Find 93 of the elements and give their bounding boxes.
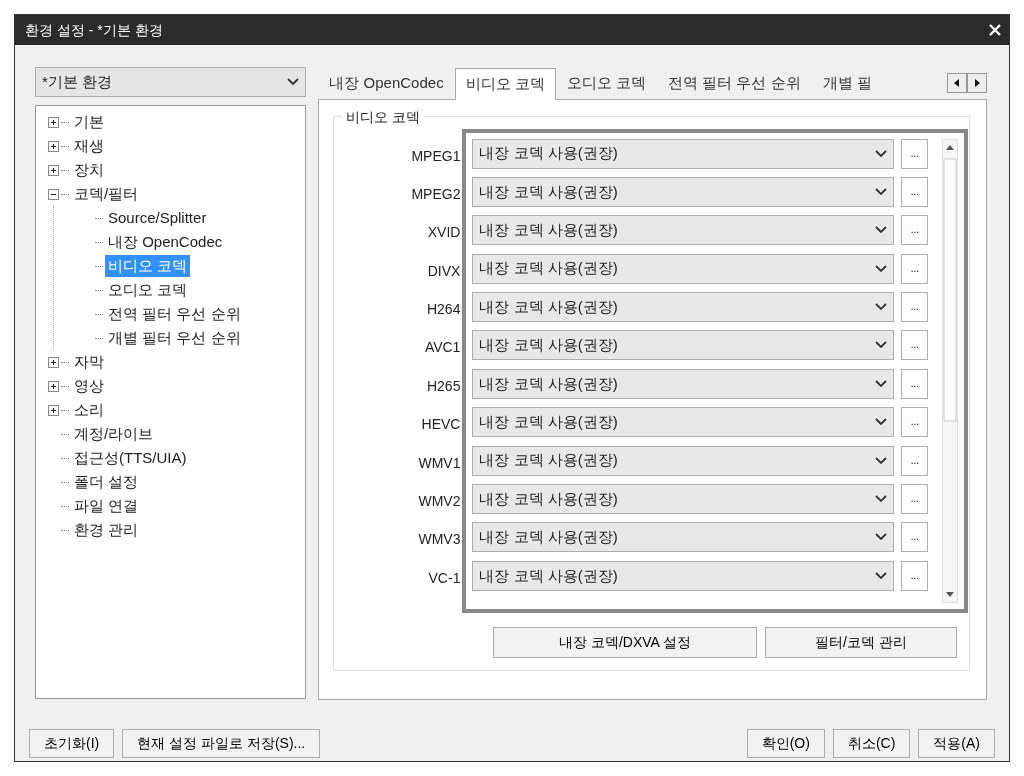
chevron-icon <box>875 456 888 465</box>
right-triangle-icon <box>974 78 980 87</box>
tree-item[interactable]: 계정/라이브 <box>71 422 157 446</box>
more-button[interactable]: ... <box>901 445 929 476</box>
tab[interactable]: 내장 OpenCodec <box>318 67 455 99</box>
codec-label: XVID <box>426 223 461 243</box>
expand-icon[interactable] <box>48 356 59 368</box>
codec-label: MPEG1 <box>410 146 461 166</box>
panel-button[interactable]: 필터/코덱 관리 <box>765 626 957 658</box>
more-button[interactable]: ... <box>901 253 929 284</box>
scrollbar[interactable] <box>942 138 959 603</box>
tree-item[interactable]: 환경 관리 <box>71 518 142 542</box>
scroll-right-button[interactable] <box>967 72 987 93</box>
more-button[interactable]: ... <box>901 560 929 591</box>
codec-label: MPEG2 <box>410 184 461 204</box>
chevron-icon <box>875 226 888 235</box>
codec-dropdown[interactable]: 내장 코덱 사용(권장) <box>472 292 895 323</box>
tree-item[interactable]: 소리 <box>71 398 107 422</box>
panel-button[interactable]: 내장 코덱/DXVA 설정 <box>493 626 757 658</box>
codec-label: WMV1 <box>417 453 461 473</box>
profile-dropdown[interactable]: *기본 환경 <box>35 67 307 97</box>
expand-icon[interactable] <box>48 404 59 416</box>
codec-dropdown[interactable]: 내장 코덱 사용(권장) <box>472 253 895 284</box>
tree-item[interactable]: 영상 <box>71 374 107 398</box>
scroll-left-button[interactable] <box>947 72 967 93</box>
chevron-icon <box>287 78 300 86</box>
codec-dropdown[interactable]: 내장 코덱 사용(권장) <box>472 138 895 169</box>
codec-dropdown[interactable]: 내장 코덱 사용(권장) <box>472 560 895 591</box>
footer-button[interactable]: 적용(A) <box>918 729 995 758</box>
collapse-icon[interactable] <box>48 188 59 200</box>
close-icon[interactable] <box>989 24 1001 36</box>
chevron-icon <box>875 264 888 273</box>
chevron-icon <box>875 571 888 580</box>
tab[interactable]: 오디오 코덱 <box>555 67 657 99</box>
chevron-icon <box>875 533 888 542</box>
tree-item[interactable]: 장치 <box>71 158 107 182</box>
tree-item[interactable]: 재생 <box>71 134 107 158</box>
expand-icon[interactable] <box>48 140 59 152</box>
tree-item[interactable]: 자막 <box>71 350 107 374</box>
window-title: 환경 설정 - *기본 환경 <box>25 20 163 40</box>
codec-label: H264 <box>425 300 461 320</box>
codec-label: WMV3 <box>417 530 461 550</box>
expand-icon[interactable] <box>48 380 59 392</box>
codec-dropdown[interactable]: 내장 코덱 사용(권장) <box>472 407 895 438</box>
tree-item[interactable]: 개별 필터 우선 순위 <box>105 326 244 350</box>
tab[interactable]: 전역 필터 우선 순위 <box>657 67 812 99</box>
more-button[interactable]: ... <box>901 292 929 323</box>
tree-item[interactable]: 내장 OpenCodec <box>105 230 226 254</box>
more-button[interactable]: ... <box>901 484 929 514</box>
chevron-icon <box>875 379 888 388</box>
tree-item[interactable]: Source/Splitter <box>105 206 210 230</box>
codec-dropdown[interactable]: 내장 코덱 사용(권장) <box>472 176 895 207</box>
chevron-icon <box>875 495 888 503</box>
more-button[interactable]: ... <box>901 330 929 361</box>
codec-dropdown[interactable]: 내장 코덱 사용(권장) <box>472 445 895 476</box>
more-button[interactable]: ... <box>901 176 929 207</box>
left-triangle-icon <box>954 78 960 87</box>
more-button[interactable]: ... <box>901 368 929 399</box>
codec-dropdown[interactable]: 내장 코덱 사용(권장) <box>472 484 895 514</box>
chevron-icon <box>875 418 888 427</box>
chevron-icon <box>875 303 888 312</box>
tree-item[interactable]: 접근성(TTS/UIA) <box>71 446 190 470</box>
tree-item[interactable]: 전역 필터 우선 순위 <box>105 302 244 326</box>
expand-icon[interactable] <box>48 164 59 176</box>
more-button[interactable]: ... <box>901 138 929 169</box>
codec-dropdown[interactable]: 내장 코덱 사용(권장) <box>472 215 895 246</box>
codec-label: AVC1 <box>423 338 461 358</box>
codec-label: HEVC <box>420 415 461 435</box>
codec-label: VC-1 <box>427 568 461 588</box>
codec-label: WMV2 <box>417 492 461 511</box>
tree-item[interactable]: 코덱/필터 <box>71 182 142 206</box>
footer-button[interactable]: 취소(C) <box>832 729 911 758</box>
more-button[interactable]: ... <box>901 215 929 246</box>
footer-button[interactable]: 확인(O) <box>746 729 825 758</box>
footer-button[interactable]: 현재 설정 파일로 저장(S)... <box>122 729 321 758</box>
tab[interactable]: 개별 필 <box>811 67 883 99</box>
tab[interactable]: 비디오 코덱 <box>454 67 556 100</box>
expand-icon[interactable] <box>48 116 59 128</box>
codec-dropdown[interactable]: 내장 코덱 사용(권장) <box>472 522 895 553</box>
chevron-icon <box>875 341 888 350</box>
tree-item[interactable]: 기본 <box>71 110 107 134</box>
tree-item[interactable]: 폴더 설정 <box>71 470 142 494</box>
footer-button[interactable]: 초기화(I) <box>29 729 115 758</box>
chevron-icon <box>875 149 888 158</box>
tree-item[interactable]: 파일 연결 <box>71 494 142 518</box>
chevron-icon <box>875 187 888 196</box>
more-button[interactable]: ... <box>901 522 929 553</box>
codec-label: DIVX <box>426 261 461 281</box>
tree-item[interactable]: 오디오 코덱 <box>105 278 191 302</box>
more-button[interactable]: ... <box>901 407 929 438</box>
codec-dropdown[interactable]: 내장 코덱 사용(권장) <box>472 330 895 361</box>
codec-label: H265 <box>425 376 461 396</box>
codec-dropdown[interactable]: 내장 코덱 사용(권장) <box>472 368 895 399</box>
